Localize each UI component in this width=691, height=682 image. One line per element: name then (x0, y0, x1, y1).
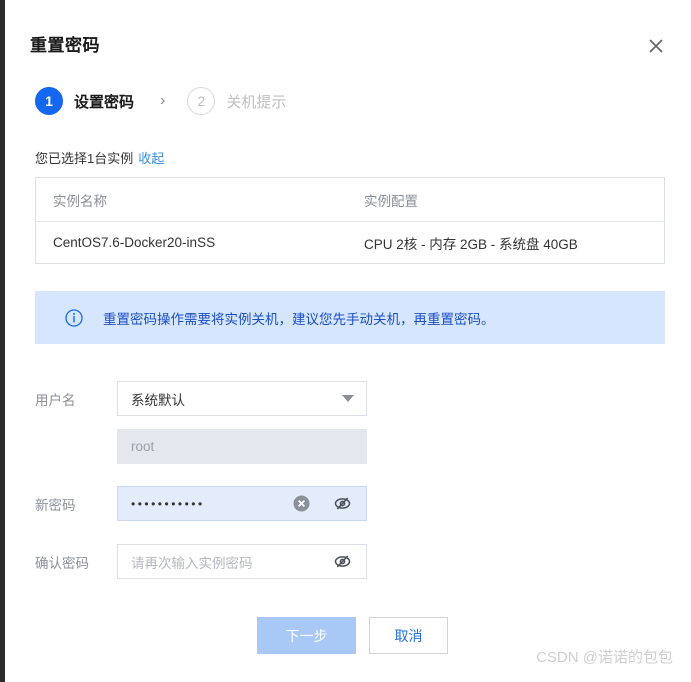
instance-table: 实例名称 实例配置 CentOS7.6-Docker20-inSS CPU 2核… (35, 177, 665, 264)
label-confirm-password: 确认密码 (35, 556, 89, 571)
username-readonly-value: root (131, 439, 155, 454)
new-password-value: ••••••••••• (131, 496, 205, 511)
label-username-readonly-spacer (35, 429, 117, 437)
username-select[interactable]: 系统默认 (117, 381, 367, 416)
next-step-button[interactable]: 下一步 (257, 617, 356, 654)
username-readonly-input: root (117, 429, 367, 464)
selection-summary: 您已选择1台实例 收起 (35, 148, 164, 167)
selection-collapse-link[interactable]: 收起 (138, 151, 164, 166)
watermark: CSDN @诺诺的包包 (536, 649, 673, 666)
step-2-shutdown-notice: 2 关机提示 (187, 87, 286, 115)
info-alert: 重置密码操作需要将实例关机，建议您先手动关机，再重置密码。 (35, 291, 665, 344)
field-row-username-readonly: root (35, 429, 367, 464)
new-password-input[interactable]: ••••••••••• (117, 486, 367, 521)
step-1-set-password[interactable]: 1 设置密码 (35, 87, 134, 115)
step-1-number: 1 (35, 87, 63, 115)
step-1-label: 设置密码 (74, 93, 135, 111)
step-2-number: 2 (187, 87, 216, 115)
field-row-new-password: 新密码 ••••••••••• (35, 486, 367, 521)
label-new-password: 新密码 (35, 498, 76, 513)
dialog-title: 重置密码 (30, 36, 100, 55)
step-2-label: 关机提示 (226, 93, 287, 111)
step-separator-icon: › (160, 92, 166, 109)
field-row-username: 用户名 系统默认 (35, 381, 367, 416)
eye-off-icon[interactable] (333, 552, 352, 571)
cell-instance-config: CPU 2核 - 内存 2GB - 系统盘 40GB (364, 236, 578, 252)
confirm-password-input[interactable]: 请再次输入实例密码 (117, 544, 367, 579)
chevron-down-icon (342, 395, 354, 402)
table-row: CentOS7.6-Docker20-inSS CPU 2核 - 内存 2GB … (36, 222, 664, 263)
confirm-password-placeholder: 请再次输入实例密码 (131, 555, 253, 571)
cell-instance-name: CentOS7.6-Docker20-inSS (53, 235, 216, 250)
field-row-confirm-password: 确认密码 请再次输入实例密码 (35, 544, 367, 579)
column-header-instance-name: 实例名称 (53, 193, 107, 209)
selection-summary-text: 您已选择1台实例 (35, 151, 134, 166)
label-username: 用户名 (35, 393, 76, 408)
info-circle-icon (65, 308, 83, 327)
username-select-value: 系统默认 (131, 392, 185, 408)
reset-password-dialog: 重置密码 1 设置密码 › 2 关机提示 您已选择1台实例 收起 实例名称 实例… (5, 0, 691, 682)
info-alert-text: 重置密码操作需要将实例关机，建议您先手动关机，再重置密码。 (103, 311, 495, 327)
close-icon[interactable] (643, 33, 669, 59)
eye-off-icon[interactable] (333, 494, 352, 513)
cancel-button[interactable]: 取消 (369, 617, 448, 654)
page-root: 重置密码 1 设置密码 › 2 关机提示 您已选择1台实例 收起 实例名称 实例… (0, 0, 691, 682)
step-indicator: 1 设置密码 › 2 关机提示 (35, 87, 286, 115)
table-header-row: 实例名称 实例配置 (36, 178, 664, 222)
column-header-instance-config: 实例配置 (364, 193, 418, 209)
clear-circle-icon[interactable] (293, 495, 310, 512)
